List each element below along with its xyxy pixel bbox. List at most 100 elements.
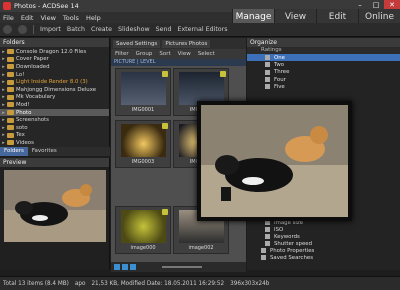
checkbox-icon[interactable] bbox=[265, 77, 270, 83]
send-button[interactable]: Send bbox=[156, 26, 172, 33]
rating-label: Two bbox=[274, 61, 285, 68]
zoom-slider[interactable] bbox=[162, 266, 202, 268]
select-button[interactable]: Select bbox=[198, 51, 215, 57]
menu-bar: File Edit View Tools Help bbox=[0, 12, 232, 23]
thumbnail[interactable]: image000 bbox=[115, 206, 171, 254]
rating-item[interactable]: Five bbox=[247, 83, 400, 90]
breadcrumb-item[interactable]: Saved Settings bbox=[113, 39, 161, 48]
breadcrumb-item[interactable]: Pictures Photos bbox=[162, 39, 211, 48]
menu-edit[interactable]: Edit bbox=[21, 14, 34, 22]
checkbox-icon[interactable] bbox=[220, 71, 226, 77]
expand-icon[interactable]: ▸ bbox=[0, 117, 7, 123]
folder-panel-tabs: Folders Favorites bbox=[0, 147, 110, 156]
view-mode-icon[interactable] bbox=[114, 264, 120, 270]
external-editors-button[interactable]: External Editors bbox=[177, 26, 227, 33]
organize-group[interactable]: Photo Properties bbox=[247, 247, 400, 254]
thumbnail[interactable]: IMG0003 bbox=[115, 120, 171, 168]
rating-item[interactable]: Three bbox=[247, 69, 400, 76]
filter-button[interactable]: Filter bbox=[115, 51, 129, 57]
folder-label: soto bbox=[16, 124, 28, 131]
import-button[interactable]: Import bbox=[40, 26, 61, 33]
folder-item[interactable]: ▸ Screenshots bbox=[0, 116, 109, 124]
checkbox-icon[interactable] bbox=[265, 227, 270, 232]
folder-item[interactable]: ▸ Photo bbox=[0, 108, 109, 117]
checkbox-icon[interactable] bbox=[261, 248, 266, 253]
folder-item[interactable]: ▸ Videos bbox=[0, 139, 109, 147]
folder-label: Mk Vocabulary bbox=[16, 94, 56, 101]
folder-item[interactable]: ▸ Mahjongg Dimensions Deluxe bbox=[0, 86, 109, 94]
expand-icon[interactable]: ▸ bbox=[0, 102, 7, 108]
ratings-list: One Two Three Four Five bbox=[247, 54, 400, 90]
expand-icon[interactable]: ▸ bbox=[0, 140, 7, 146]
menu-view[interactable]: View bbox=[40, 14, 55, 22]
checkbox-icon[interactable] bbox=[265, 69, 270, 75]
organize-group[interactable]: Saved Searches bbox=[247, 254, 400, 261]
tab-favorites[interactable]: Favorites bbox=[28, 147, 61, 156]
rating-item[interactable]: Four bbox=[247, 76, 400, 83]
thumbnail-image bbox=[121, 72, 166, 105]
property-item[interactable]: Keywords bbox=[247, 233, 400, 240]
expand-icon[interactable]: ▸ bbox=[0, 64, 7, 70]
hover-preview bbox=[197, 101, 352, 221]
slideshow-button[interactable]: Slideshow bbox=[118, 26, 150, 33]
menu-file[interactable]: File bbox=[3, 14, 14, 22]
checkbox-icon[interactable] bbox=[265, 234, 270, 239]
folder-icon bbox=[7, 140, 14, 146]
folder-item[interactable]: ▸ Lo! bbox=[0, 71, 109, 79]
expand-icon[interactable]: ▸ bbox=[0, 125, 7, 131]
folder-icon bbox=[7, 117, 14, 123]
expand-icon[interactable]: ▸ bbox=[0, 49, 7, 55]
folder-icon bbox=[7, 87, 14, 93]
folders-panel-title: Folders bbox=[0, 38, 109, 47]
rating-item[interactable]: Two bbox=[247, 61, 400, 68]
folder-item[interactable]: ▸ soto bbox=[0, 124, 109, 132]
rating-item[interactable]: One bbox=[247, 54, 400, 62]
folders-panel: Folders ▸ Console Dragon 12.0 Files ▸ Cover… bbox=[0, 38, 110, 156]
expand-icon[interactable]: ▸ bbox=[0, 87, 7, 93]
app-icon bbox=[3, 2, 11, 10]
folder-item[interactable]: ▸ Downloaded bbox=[0, 63, 109, 71]
view-mode-icon[interactable] bbox=[130, 264, 136, 270]
folder-item[interactable]: ▸ Console Dragon 12.0 Files bbox=[0, 48, 109, 56]
status-bar: Total 13 items (8.4 MB) apo 21,53 KB, Mo… bbox=[0, 276, 400, 290]
checkbox-icon[interactable] bbox=[162, 123, 168, 129]
checkbox-icon[interactable] bbox=[162, 209, 168, 215]
checkbox-icon[interactable] bbox=[265, 62, 270, 68]
expand-icon[interactable]: ▸ bbox=[0, 79, 7, 85]
group-button[interactable]: Group bbox=[136, 51, 153, 57]
property-item[interactable]: Shutter speed bbox=[247, 240, 400, 247]
folder-item[interactable]: ▸ Cover Paper bbox=[0, 56, 109, 64]
forward-button[interactable] bbox=[18, 25, 27, 34]
folder-item[interactable]: ▸ Mod! bbox=[0, 101, 109, 109]
checkbox-icon[interactable] bbox=[265, 55, 270, 61]
rating-label: Three bbox=[274, 69, 290, 76]
folder-label: Mod! bbox=[16, 101, 30, 108]
tab-folders[interactable]: Folders bbox=[0, 147, 28, 156]
checkbox-icon[interactable] bbox=[265, 241, 270, 246]
property-label: Shutter speed bbox=[274, 240, 313, 247]
folder-item[interactable]: ▸ Light Inside Render 8.0 (3) bbox=[0, 78, 109, 86]
view-button[interactable]: View bbox=[178, 51, 191, 57]
expand-icon[interactable]: ▸ bbox=[0, 94, 7, 100]
thumbnail[interactable]: IMG0001 bbox=[115, 68, 171, 116]
menu-help[interactable]: Help bbox=[86, 14, 101, 22]
property-item[interactable]: ISO bbox=[247, 226, 400, 233]
folder-label: Mahjongg Dimensions Deluxe bbox=[16, 86, 97, 93]
view-mode-icon[interactable] bbox=[122, 264, 128, 270]
checkbox-icon[interactable] bbox=[162, 71, 168, 77]
browser-footer bbox=[111, 262, 246, 272]
checkbox-icon[interactable] bbox=[261, 255, 266, 260]
folder-icon bbox=[7, 125, 14, 131]
expand-icon[interactable]: ▸ bbox=[0, 56, 7, 62]
folder-item[interactable]: ▸ Tex bbox=[0, 132, 109, 140]
create-button[interactable]: Create bbox=[91, 26, 112, 33]
checkbox-icon[interactable] bbox=[265, 84, 270, 90]
expand-icon[interactable]: ▸ bbox=[0, 132, 7, 138]
expand-icon[interactable]: ▸ bbox=[0, 110, 7, 116]
menu-tools[interactable]: Tools bbox=[63, 14, 79, 22]
batch-button[interactable]: Batch bbox=[67, 26, 85, 33]
back-button[interactable] bbox=[3, 25, 12, 34]
folder-item[interactable]: ▸ Mk Vocabulary bbox=[0, 94, 109, 102]
expand-icon[interactable]: ▸ bbox=[0, 72, 7, 78]
sort-button[interactable]: Sort bbox=[159, 51, 170, 57]
